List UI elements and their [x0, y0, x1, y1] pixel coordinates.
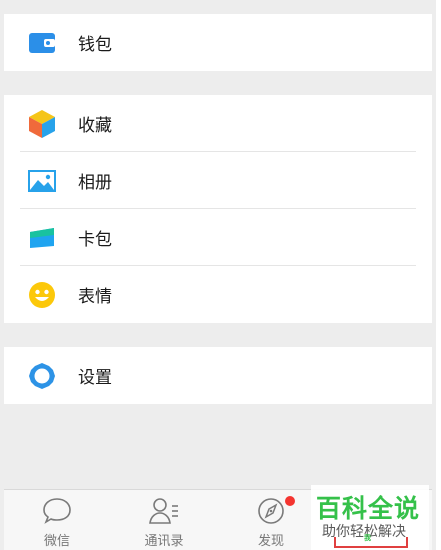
tab-label: 微信	[43, 534, 70, 549]
settings-group: 设置	[4, 347, 432, 404]
menu-item-cards[interactable]: 卡包	[4, 209, 432, 266]
favorites-group: 收藏 相册 卡包 表情	[4, 95, 432, 323]
menu-item-wallet[interactable]: 钱包	[4, 14, 432, 71]
right-edge	[436, 0, 441, 550]
card-icon	[27, 223, 57, 253]
contacts-icon	[148, 496, 180, 526]
tab-label: 发现	[257, 534, 284, 549]
tab-chats[interactable]: 微信	[12, 490, 102, 550]
highlight-box: 我	[334, 534, 408, 548]
menu-item-label: 相册	[78, 173, 112, 193]
watermark-title: 百科全说	[316, 494, 421, 523]
watermark-small-text: 我	[364, 534, 371, 542]
wallet-icon	[27, 28, 57, 58]
cube-icon	[27, 109, 57, 139]
tab-discover[interactable]: 发现	[226, 490, 316, 550]
album-icon	[27, 166, 57, 196]
watermark-logo: 百科全说 助你轻松解决 我	[311, 485, 429, 550]
menu-item-label: 收藏	[78, 116, 112, 136]
menu-item-album[interactable]: 相册	[4, 152, 432, 209]
menu-item-label: 钱包	[78, 35, 112, 55]
notification-dot	[285, 496, 295, 506]
menu-item-settings[interactable]: 设置	[4, 347, 432, 404]
menu-item-favorites[interactable]: 收藏	[4, 95, 432, 152]
tab-label: 通讯录	[144, 534, 184, 549]
compass-icon	[255, 496, 287, 526]
chat-bubble-icon	[41, 496, 73, 526]
wallet-group: 钱包	[4, 14, 432, 71]
menu-item-label: 设置	[78, 368, 112, 388]
gear-icon	[27, 361, 57, 391]
tab-contacts[interactable]: 通讯录	[119, 490, 209, 550]
menu-item-stickers[interactable]: 表情	[4, 266, 432, 323]
menu-item-label: 卡包	[78, 230, 112, 250]
menu-item-label: 表情	[78, 287, 112, 307]
me-page: 钱包 收藏 相册 卡包 表情 设置 微信 通讯录 发现 百科全说 助你轻松解决 …	[0, 0, 436, 550]
smiley-icon	[27, 280, 57, 310]
